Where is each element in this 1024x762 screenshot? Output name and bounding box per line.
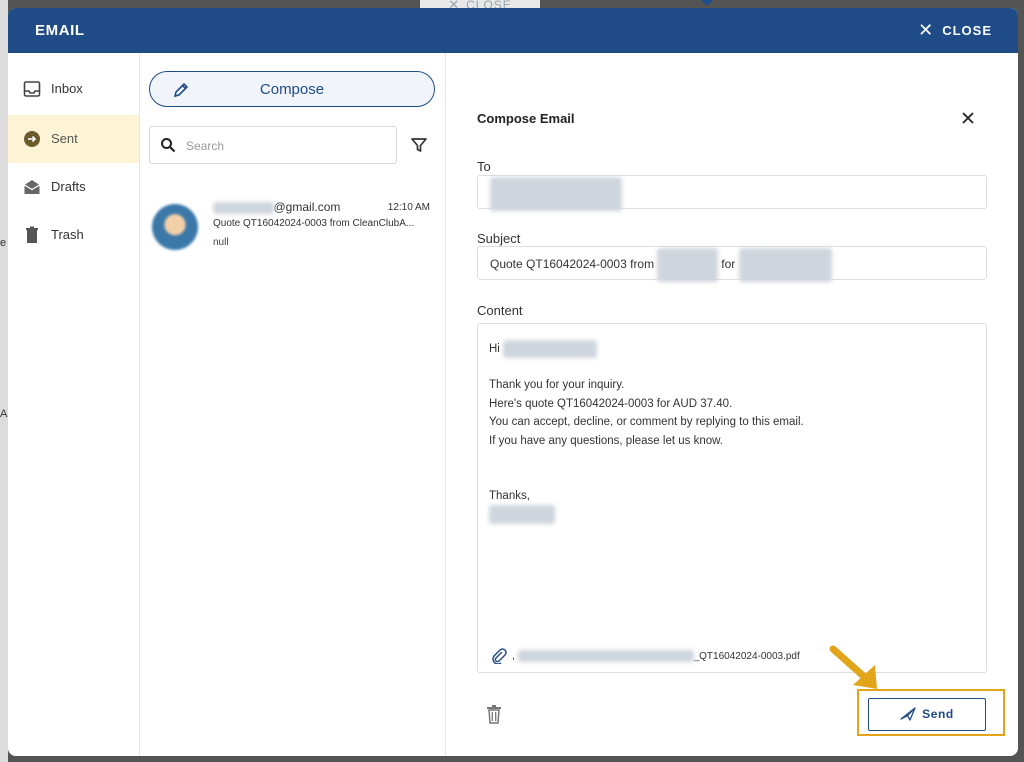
redacted-text: xxxxxxxxxxx xyxy=(213,202,274,214)
close-icon: ✕ xyxy=(918,20,935,40)
subject-field[interactable]: Quote QT16042024-0003 from xxxxxxxxxxx f… xyxy=(477,246,987,282)
signoff-line: Thanks, xyxy=(489,490,530,503)
background-page xyxy=(0,0,8,762)
signature-line: xxxxxxxxxxxx xyxy=(489,505,804,524)
background-edge-letter: e xyxy=(0,237,7,249)
redacted-text: xxxxxxxxxxxxxxxxx xyxy=(738,248,833,282)
nav-item-drafts[interactable]: Drafts xyxy=(8,163,139,211)
compose-panel: Compose Email To xxxxxxxxxxxxxxxxxxxxxxx… xyxy=(446,53,1018,756)
body-line: Thank you for your inquiry. xyxy=(489,379,625,392)
nav-item-trash[interactable]: Trash xyxy=(8,211,139,259)
redacted-text: xxxxxxxxxxx xyxy=(657,248,718,282)
subject-value: Quote QT16042024-0003 from xxxxxxxxxxx f… xyxy=(490,247,833,282)
folder-nav: Inbox Sent Drafts Trash xyxy=(8,53,140,756)
message-sender: xxxxxxxxxxx@gmail.com xyxy=(213,200,340,214)
email-modal: EMAIL ✕ CLOSE Inbox Sent Drafts Trash Co… xyxy=(8,8,1018,756)
redacted-text: xxxxxxxxxxxxxxxxxxxxxxxx xyxy=(490,177,622,211)
body-line: You can accept, decline, or comment by r… xyxy=(489,416,804,429)
compose-button[interactable]: Compose xyxy=(149,71,435,107)
subject-label: Subject xyxy=(477,231,521,246)
content-label: Content xyxy=(477,303,523,318)
paperclip-icon xyxy=(492,648,507,664)
message-preview: null xyxy=(213,237,229,248)
trash-icon xyxy=(26,226,38,243)
inbox-icon xyxy=(23,81,41,97)
sent-icon xyxy=(24,131,40,147)
redacted-text: xxxxxxxxxxxxxxxxxxxxxxxxxxxxxxxx xyxy=(517,650,694,662)
redacted-text: xxxxxxxxxxxx xyxy=(489,505,555,524)
message-list-item[interactable]: xxxxxxxxxxx@gmail.com 12:10 AM Quote QT1… xyxy=(140,193,444,257)
content-editor[interactable]: Hi xxxxxxxxxxxxxxxxx Thank you for your … xyxy=(477,323,987,673)
body-line: If you have any questions, please let us… xyxy=(489,434,723,447)
attachment[interactable]: , xxxxxxxxxxxxxxxxxxxxxxxxxxxxxxxx_QT160… xyxy=(490,646,800,664)
search-box xyxy=(149,126,397,164)
attachment-name: _QT16042024-0003.pdf xyxy=(693,651,800,662)
nav-item-sent[interactable]: Sent xyxy=(8,115,139,163)
to-field[interactable]: xxxxxxxxxxxxxxxxxxxxxxxx xyxy=(477,175,987,211)
drafts-icon xyxy=(24,180,40,194)
close-label: CLOSE xyxy=(942,23,992,38)
nav-label: Sent xyxy=(51,131,78,146)
background-edge-letter: A xyxy=(0,408,8,420)
compose-label: Compose xyxy=(259,81,325,98)
search-icon xyxy=(161,138,176,153)
modal-header: EMAIL ✕ CLOSE xyxy=(8,8,1018,53)
avatar xyxy=(152,204,198,250)
body-line: Here's quote QT16042024-0003 for AUD 37.… xyxy=(489,397,733,410)
filter-icon[interactable] xyxy=(410,136,428,154)
redacted-text: xxxxxxxxxxxxxxxxx xyxy=(503,340,597,359)
to-value: xxxxxxxxxxxxxxxxxxxxxxxx xyxy=(490,176,622,211)
send-label: Send xyxy=(922,707,954,721)
close-modal-button[interactable]: ✕ CLOSE xyxy=(918,8,992,53)
message-list-panel: Compose xxxxxxxxxxx@gmail.com 12:10 AM Q… xyxy=(140,53,446,756)
message-subject: Quote QT16042024-0003 from CleanClubA... xyxy=(213,218,415,229)
discard-draft-icon[interactable] xyxy=(486,704,502,724)
nav-label: Inbox xyxy=(51,81,83,96)
message-time: 12:10 AM xyxy=(387,202,430,213)
compose-heading: Compose Email xyxy=(477,111,575,126)
greeting-line: Hi xxxxxxxxxxxxxxxxx xyxy=(489,340,804,359)
pencil-icon xyxy=(173,82,189,98)
close-compose-icon[interactable] xyxy=(960,110,976,126)
nav-label: Trash xyxy=(51,227,84,242)
content-body: Hi xxxxxxxxxxxxxxxxx Thank you for your … xyxy=(489,340,804,524)
background-caret xyxy=(701,0,713,6)
to-label: To xyxy=(477,159,491,174)
nav-label: Drafts xyxy=(51,179,86,194)
send-button[interactable]: Send xyxy=(868,698,986,731)
send-icon xyxy=(900,707,916,721)
search-input[interactable] xyxy=(184,133,388,159)
modal-title: EMAIL xyxy=(35,22,85,39)
nav-item-inbox[interactable]: Inbox xyxy=(8,65,139,113)
